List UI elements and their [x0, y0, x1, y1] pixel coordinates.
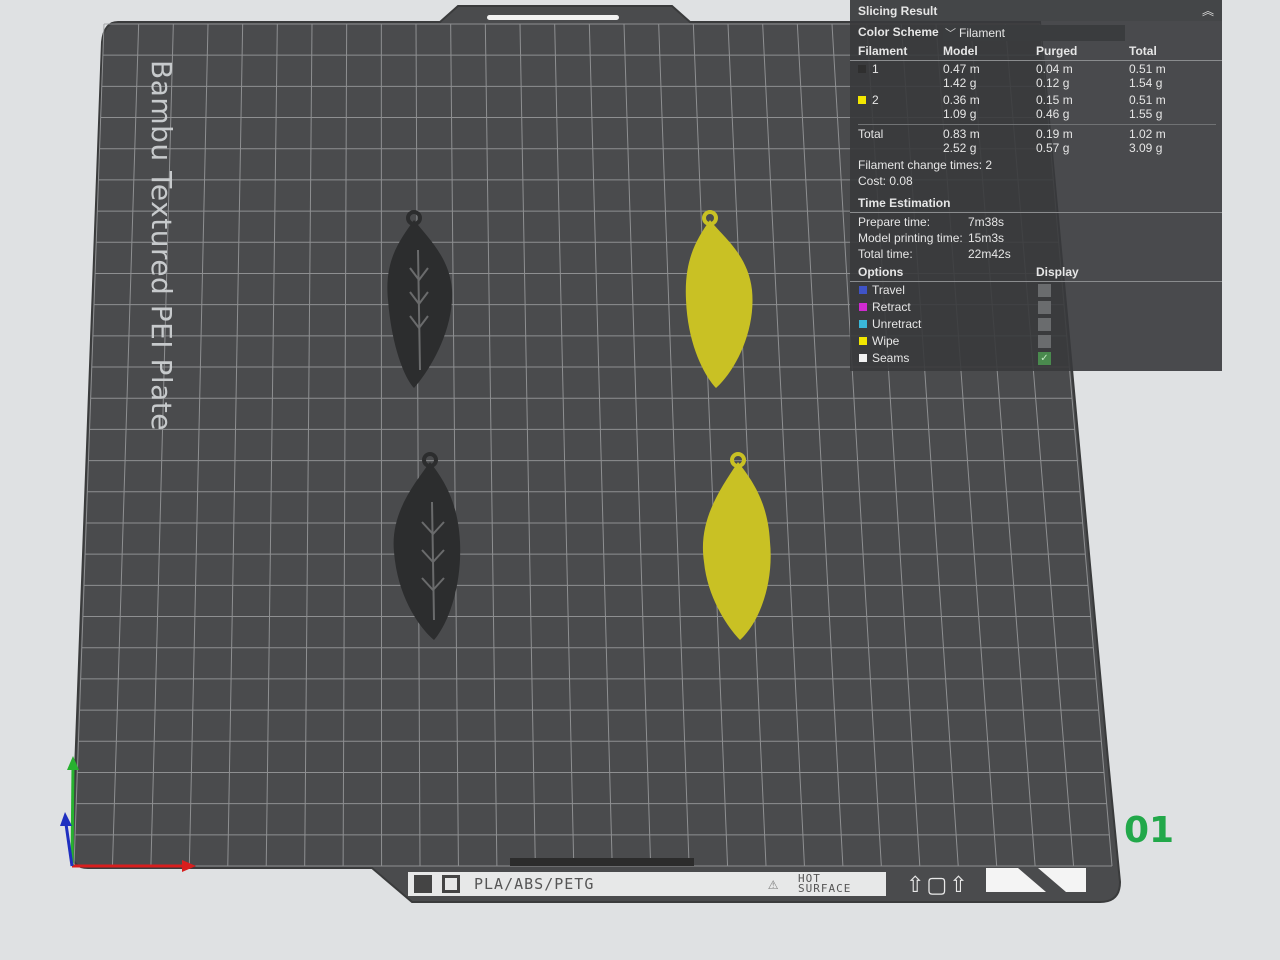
total-time-value: 22m42s	[968, 247, 1011, 261]
header-filament: Filament	[858, 44, 908, 58]
filament-1-purged-weight: 0.12 g	[1036, 76, 1070, 90]
warning-icon: ⚠	[768, 874, 779, 894]
chevron-down-icon: ﹀	[945, 28, 956, 40]
options-divider	[850, 281, 1222, 282]
unretract-swatch	[859, 320, 867, 328]
filament-2-model-weight: 1.09 g	[943, 107, 977, 121]
prepare-time-value: 7m38s	[968, 215, 1005, 229]
filament-2-total-length: 0.51 m	[1129, 93, 1166, 107]
travel-checkbox[interactable]	[1038, 284, 1051, 297]
plate-handle	[487, 15, 619, 20]
filament-1-model-length: 0.47 m	[943, 62, 980, 76]
header-model: Model	[943, 44, 978, 58]
model-printing-time-label: Model printing time:	[858, 231, 963, 245]
header-divider	[850, 60, 1222, 61]
material-text: PLA/ABS/PETG	[474, 875, 595, 893]
plate-material-label: PLA/ABS/PETG ⚠ HOT SURFACE	[408, 872, 886, 896]
wipe-checkbox[interactable]	[1038, 335, 1051, 348]
hot-surface-text: HOT SURFACE	[798, 872, 852, 895]
total-total-weight: 3.09 g	[1129, 141, 1163, 155]
travel-swatch	[859, 286, 867, 294]
header-purged: Purged	[1036, 44, 1078, 58]
travel-label: Travel	[872, 283, 905, 297]
total-total-length: 1.02 m	[1129, 127, 1166, 141]
filament-2-model-length: 0.36 m	[943, 93, 980, 107]
total-divider	[858, 124, 1216, 125]
color-scheme-label: Color Scheme	[858, 25, 939, 39]
total-label: Total	[858, 127, 884, 141]
total-purged-weight: 0.57 g	[1036, 141, 1070, 155]
header-total: Total	[1129, 44, 1157, 58]
filament-2-swatch	[858, 96, 866, 104]
unretract-checkbox[interactable]	[1038, 318, 1051, 331]
cost-text: Cost: 0.08	[858, 174, 913, 188]
time-divider	[850, 212, 1222, 213]
filament-1-total-weight: 1.54 g	[1129, 76, 1163, 90]
plate-number: 01	[1124, 810, 1175, 851]
seams-checkbox[interactable]: ✓	[1038, 352, 1051, 365]
options-header: Options	[858, 265, 904, 279]
total-time-label: Total time:	[858, 247, 913, 261]
retract-label: Retract	[872, 300, 911, 314]
unretract-label: Unretract	[872, 317, 922, 331]
filament-2-purged-length: 0.15 m	[1036, 93, 1073, 107]
panel-header[interactable]: Slicing Result ︽	[850, 0, 1222, 21]
collapse-icon[interactable]: ︽	[1202, 2, 1214, 19]
retract-checkbox[interactable]	[1038, 301, 1051, 314]
total-model-length: 0.83 m	[943, 127, 980, 141]
orientation-arrows-icon: ⇧▢⇧	[906, 872, 970, 897]
bambu-logo-icon	[414, 875, 432, 893]
seams-label: Seams	[872, 351, 910, 365]
filament-2-total-weight: 1.55 g	[1129, 107, 1163, 121]
plate-bottom-marker	[510, 858, 694, 866]
slicing-result-panel: Slicing Result ︽ Color Scheme ﹀ Filament…	[850, 0, 1222, 371]
filament-1-id: 1	[872, 62, 879, 76]
color-scheme-value: Filament	[959, 26, 1006, 40]
panel-title: Slicing Result	[858, 4, 938, 18]
model-printing-time-value: 15m3s	[968, 231, 1005, 245]
wipe-swatch	[859, 337, 867, 345]
filament-change-text: Filament change times: 2	[858, 158, 993, 172]
filament-2-id: 2	[872, 93, 879, 107]
filament-1-purged-length: 0.04 m	[1036, 62, 1073, 76]
plate-name-text: Bambu Textured PEI Plate	[145, 60, 178, 431]
filament-1-model-weight: 1.42 g	[943, 76, 977, 90]
seams-swatch	[859, 354, 867, 362]
display-header: Display	[1036, 265, 1079, 279]
filament-1-total-length: 0.51 m	[1129, 62, 1166, 76]
qr-logo-icon	[442, 875, 460, 893]
retract-swatch	[859, 303, 867, 311]
time-estimation-title: Time Estimation	[858, 196, 951, 210]
prepare-time-label: Prepare time:	[858, 215, 931, 229]
total-purged-length: 0.19 m	[1036, 127, 1073, 141]
color-scheme-dropdown[interactable]: ﹀ Filament	[943, 25, 1125, 41]
filament-2-purged-weight: 0.46 g	[1036, 107, 1070, 121]
wipe-label: Wipe	[872, 334, 900, 348]
total-model-weight: 2.52 g	[943, 141, 977, 155]
filament-1-swatch	[858, 65, 866, 73]
